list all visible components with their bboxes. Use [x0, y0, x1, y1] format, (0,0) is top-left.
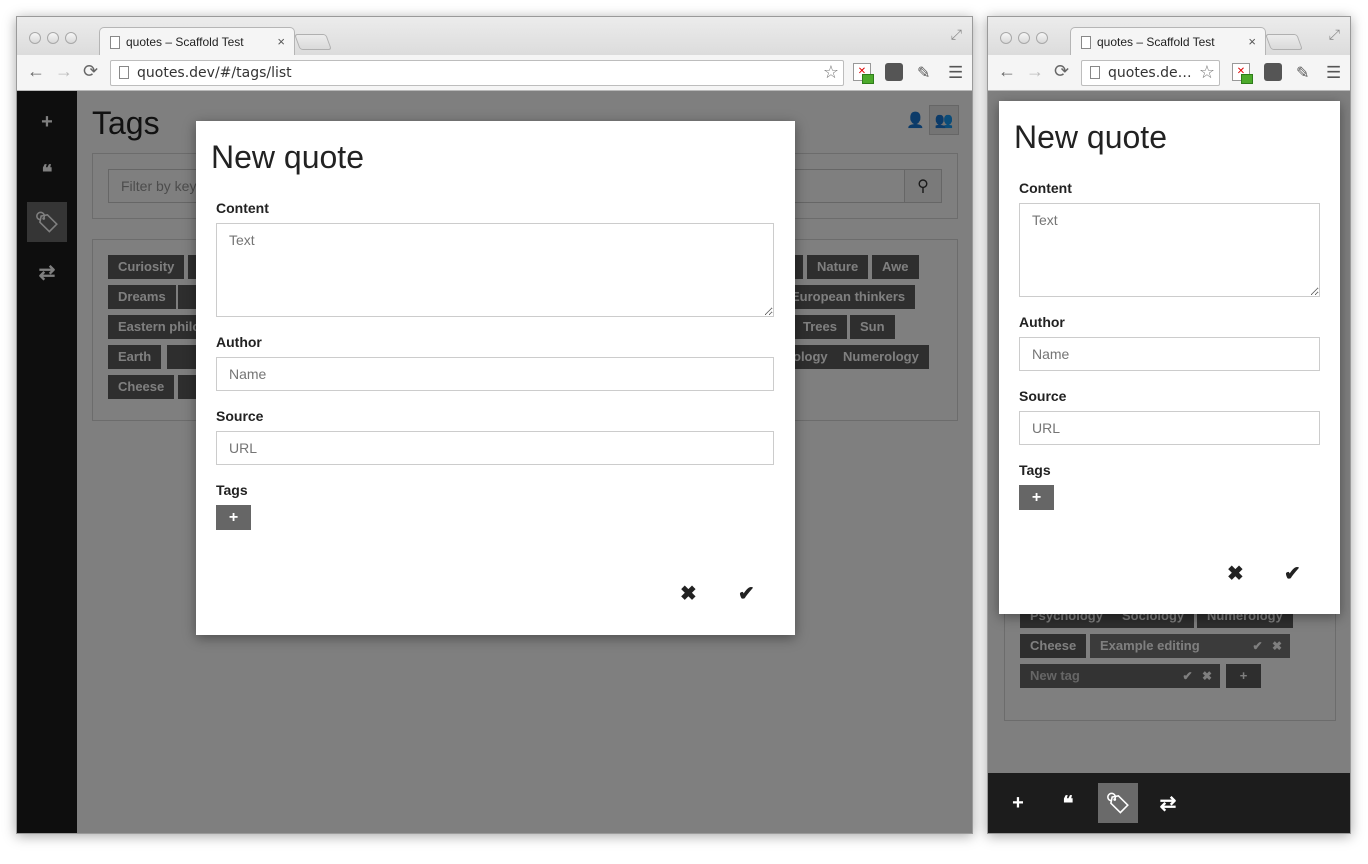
content-label: Content — [216, 200, 269, 216]
maximize-window-button[interactable] — [65, 32, 77, 44]
url-text: quotes.de… — [1108, 65, 1192, 81]
window-controls — [29, 32, 77, 44]
browser-tab[interactable]: quotes – Scaffold Test × — [99, 27, 295, 56]
page-icon — [1081, 35, 1091, 49]
color-picker-icon[interactable]: ✎ — [1296, 63, 1314, 82]
author-label: Author — [216, 334, 262, 350]
new-tab-button[interactable] — [1265, 34, 1303, 50]
minimize-window-button[interactable] — [1018, 32, 1030, 44]
address-bar[interactable]: quotes.de… ☆ — [1081, 60, 1220, 86]
address-bar[interactable]: quotes.dev/#/tags/list ☆ — [110, 60, 844, 86]
browser-menu-icon[interactable]: ☰ — [948, 63, 963, 83]
new-quote-modal: New quote Content Author Source Tags + ✖… — [999, 101, 1340, 614]
close-window-button[interactable] — [29, 32, 41, 44]
source-input[interactable] — [216, 431, 774, 465]
add-icon[interactable]: + — [998, 783, 1038, 823]
source-input[interactable] — [1019, 411, 1320, 445]
fullscreen-icon[interactable]: ⤢ — [1329, 26, 1340, 43]
source-label: Source — [216, 408, 264, 424]
minimize-window-button[interactable] — [47, 32, 59, 44]
source-label: Source — [1019, 388, 1067, 404]
save-icon[interactable]: ✔ — [1284, 561, 1301, 586]
forward-icon[interactable]: → — [1026, 61, 1044, 82]
save-icon[interactable]: ✔ — [738, 581, 755, 606]
window-controls — [1000, 32, 1048, 44]
author-input[interactable] — [1019, 337, 1320, 371]
tags-label: Tags — [1019, 462, 1051, 478]
tab-title: quotes – Scaffold Test — [1097, 35, 1215, 49]
author-input[interactable] — [216, 357, 774, 391]
tab-strip: quotes – Scaffold Test × ⤢ — [17, 17, 972, 56]
new-tab-button[interactable] — [294, 34, 332, 50]
cancel-icon[interactable]: ✖ — [680, 581, 697, 606]
bookmark-star-icon[interactable]: ☆ — [1199, 62, 1215, 83]
modal-title: New quote — [1014, 119, 1167, 155]
reload-icon[interactable]: ⟳ — [1054, 61, 1069, 82]
bottom-nav: + ❝ 🏷 ⇄ — [988, 773, 1350, 833]
author-label: Author — [1019, 314, 1065, 330]
back-icon[interactable]: ← — [998, 61, 1016, 82]
browser-tab[interactable]: quotes – Scaffold Test × — [1070, 27, 1266, 56]
cancel-icon[interactable]: ✖ — [1227, 561, 1244, 586]
page-icon — [119, 66, 129, 79]
tab-title: quotes – Scaffold Test — [126, 35, 244, 49]
browser-menu-icon[interactable]: ☰ — [1326, 63, 1341, 83]
page-icon — [1090, 66, 1100, 79]
bookmark-star-icon[interactable]: ☆ — [823, 62, 839, 83]
fullscreen-icon[interactable]: ⤢ — [951, 26, 962, 43]
quotes-icon[interactable]: ❝ — [1048, 783, 1088, 823]
tags-icon[interactable]: 🏷 — [1098, 783, 1138, 823]
modal-title: New quote — [211, 139, 364, 175]
browser-toolbar: ← → ⟳ quotes.de… ☆ ✕ ✎ ☰ — [988, 55, 1350, 91]
forward-icon[interactable]: → — [55, 61, 73, 82]
tab-close-icon[interactable]: × — [1248, 34, 1256, 49]
browser-window-wide: quotes – Scaffold Test × ⤢ ← → ⟳ quotes.… — [16, 16, 973, 834]
browser-window-narrow: quotes – Scaffold Test × ⤢ ← → ⟳ quotes.… — [987, 16, 1351, 834]
tab-close-icon[interactable]: × — [277, 34, 285, 49]
evernote-extension-icon[interactable] — [1264, 63, 1282, 81]
page-icon — [110, 35, 120, 49]
new-quote-modal: New quote Content Author Source Tags + ✖… — [196, 121, 795, 635]
browser-toolbar: ← → ⟳ quotes.dev/#/tags/list ☆ ✕ ✎ ☰ — [17, 55, 972, 91]
add-tag-button[interactable]: + — [1019, 485, 1054, 510]
extension-blocked-icon[interactable]: ✕ — [1232, 63, 1253, 84]
back-icon[interactable]: ← — [27, 61, 45, 82]
close-window-button[interactable] — [1000, 32, 1012, 44]
add-tag-button[interactable]: + — [216, 505, 251, 530]
content-textarea[interactable] — [216, 223, 774, 317]
maximize-window-button[interactable] — [1036, 32, 1048, 44]
evernote-extension-icon[interactable] — [885, 63, 903, 81]
content-textarea[interactable] — [1019, 203, 1320, 297]
url-text: quotes.dev/#/tags/list — [137, 65, 292, 81]
content-label: Content — [1019, 180, 1072, 196]
shuffle-icon[interactable]: ⇄ — [1148, 783, 1188, 823]
color-picker-icon[interactable]: ✎ — [917, 63, 935, 82]
reload-icon[interactable]: ⟳ — [83, 61, 98, 82]
extension-blocked-icon[interactable]: ✕ — [853, 63, 874, 84]
tags-label: Tags — [216, 482, 248, 498]
tab-strip: quotes – Scaffold Test × ⤢ — [988, 17, 1350, 56]
